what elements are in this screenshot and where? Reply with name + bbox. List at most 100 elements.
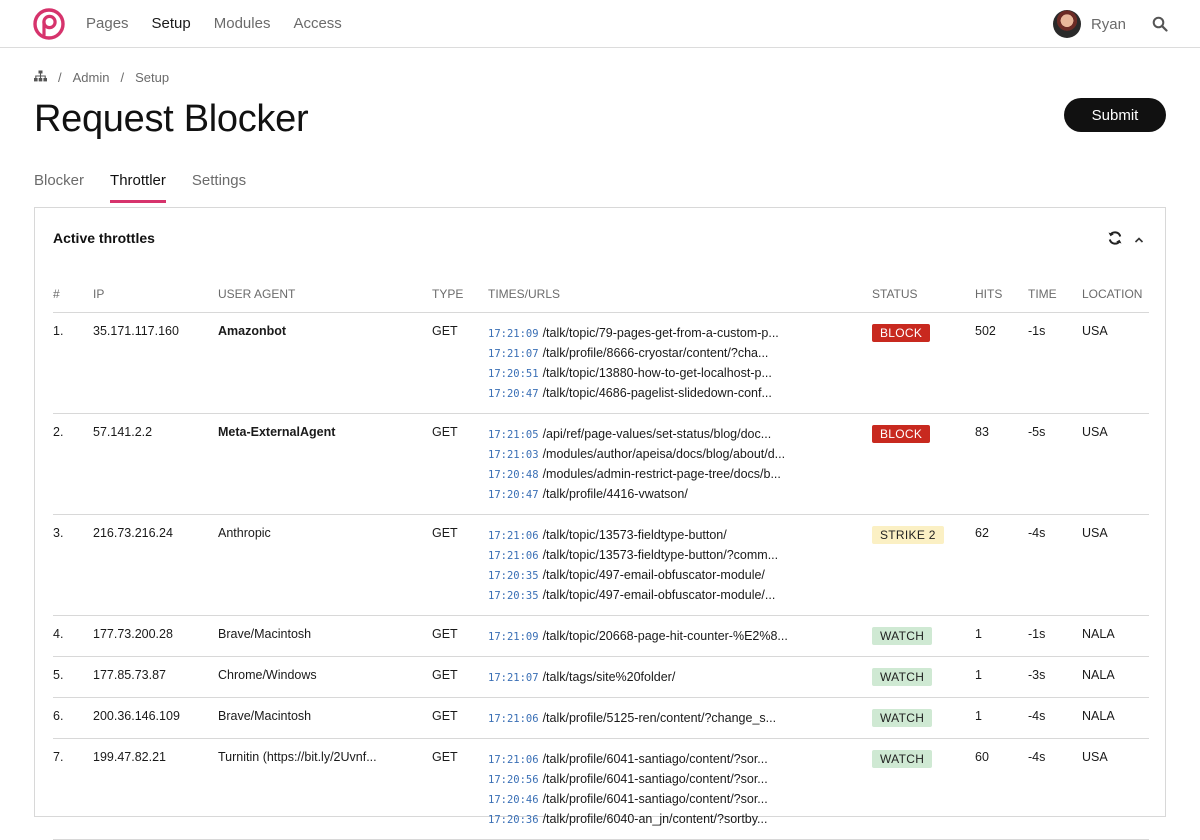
status-badge: WATCH [872,749,933,768]
url-time-link[interactable]: 17:21:06 [488,713,539,725]
url-time-link[interactable]: 17:20:36 [488,814,539,826]
url-time-link[interactable]: 17:20:47 [488,489,539,501]
url-path: /talk/profile/6041-santiago/content/?sor… [542,791,768,806]
times-urls-cell: 17:21:06/talk/profile/6041-santiago/cont… [488,738,872,840]
url-path: /modules/author/apeisa/docs/blog/about/d… [542,446,786,461]
url-time-link[interactable]: 17:21:09 [488,328,539,340]
table-row[interactable]: 7. 199.47.82.21 Turnitin (https://bit.ly/2… [53,738,1149,840]
row-number: 7. [53,738,93,840]
ip-cell: 200.36.146.109 [93,697,218,739]
user-agent-cell: Brave/Macintosh [218,697,432,739]
ip-cell: 177.85.73.87 [93,656,218,698]
url-path: /talk/topic/497-email-obfuscator-module/ [542,567,765,582]
status-cell: WATCH [872,738,975,840]
col-header-times-urls[interactable]: TIMES/URLS [488,282,872,313]
row-number: 6. [53,697,93,739]
url-time-link[interactable]: 17:21:06 [488,754,539,766]
times-urls-cell: 17:21:09/talk/topic/79-pages-get-from-a-… [488,312,872,414]
url-time-link[interactable]: 17:20:47 [488,388,539,400]
throttles-table: # IP USER AGENT TYPE TIMES/URLS STATUS H… [53,282,1149,840]
search-icon[interactable] [1152,16,1168,32]
col-header-ip[interactable]: IP [93,282,218,313]
col-header-num[interactable]: # [53,282,93,313]
col-header-user-agent[interactable]: USER AGENT [218,282,432,313]
chevron-up-icon[interactable] [1133,232,1145,248]
url-time-link[interactable]: 17:21:09 [488,631,539,643]
table-row[interactable]: 6. 200.36.146.109 Brave/Macintosh GET 17:21:… [53,697,1149,739]
url-time-link[interactable]: 17:21:06 [488,530,539,542]
row-number: 4. [53,615,93,657]
col-header-type[interactable]: TYPE [432,282,488,313]
breadcrumb-separator: / [58,70,62,85]
url-entry: 17:20:47/talk/profile/4416-vwatson/ [488,485,872,505]
user-agent-cell: Turnitin (https://bit.ly/2Uvnf... [218,738,432,840]
status-badge: BLOCK [872,323,931,342]
status-cell: WATCH [872,656,975,698]
col-header-time[interactable]: TIME [1028,282,1082,313]
status-badge: WATCH [872,708,933,727]
url-path: /talk/profile/4416-vwatson/ [542,486,688,501]
table-row[interactable]: 2. 57.141.2.2 Meta-ExternalAgent GET 17:21:0… [53,413,1149,515]
user-agent-cell: Chrome/Windows [218,656,432,698]
user-agent-cell: Meta-ExternalAgent [218,413,432,515]
time-cell: -4s [1028,738,1082,840]
url-time-link[interactable]: 17:20:51 [488,368,539,380]
url-time-link[interactable]: 17:20:48 [488,469,539,481]
url-time-link[interactable]: 17:21:06 [488,550,539,562]
col-header-hits[interactable]: HITS [975,282,1028,313]
breadcrumb: / Admin / Setup [34,70,169,85]
url-time-link[interactable]: 17:20:46 [488,794,539,806]
url-time-link[interactable]: 17:20:35 [488,590,539,602]
breadcrumb-setup[interactable]: Setup [135,70,169,85]
breadcrumb-admin[interactable]: Admin [73,70,110,85]
col-header-location[interactable]: LOCATION [1082,282,1149,313]
tab-settings[interactable]: Settings [192,172,246,203]
nav-item-setup[interactable]: Setup [152,15,191,32]
times-urls-cell: 17:21:06/talk/profile/5125-ren/content/?… [488,697,872,739]
top-nav: Pages Setup Modules Access [86,15,342,32]
url-time-link[interactable]: 17:21:03 [488,449,539,461]
avatar[interactable] [1052,10,1081,38]
nav-item-pages[interactable]: Pages [86,15,129,32]
url-path: /api/ref/page-values/set-status/blog/doc… [542,426,772,441]
url-path: /talk/topic/13880-how-to-get-localhost-p… [542,365,772,380]
url-time-link[interactable]: 17:20:56 [488,774,539,786]
sitemap-icon[interactable] [34,70,47,85]
table-row[interactable]: 4. 177.73.200.28 Brave/Macintosh GET 17:21:0… [53,615,1149,657]
tab-throttler[interactable]: Throttler [110,172,166,203]
url-entry: 17:20:48/modules/admin-restrict-page-tre… [488,465,872,485]
refresh-icon[interactable] [1107,230,1123,249]
url-time-link[interactable]: 17:21:07 [488,348,539,360]
location-cell: NALA [1082,697,1149,739]
table-row[interactable]: 1. 35.171.117.160 Amazonbot GET 17:21:09/tal… [53,312,1149,414]
user-agent-cell: Amazonbot [218,312,432,414]
user-area: Ryan [1052,0,1168,48]
breadcrumb-separator: / [120,70,125,85]
times-urls-cell: 17:21:06/talk/topic/13573-fieldtype-butt… [488,514,872,616]
nav-item-access[interactable]: Access [293,15,341,32]
table-row[interactable]: 3. 216.73.216.24 Anthropic GET 17:21:06/talk… [53,514,1149,616]
row-number: 1. [53,312,93,414]
url-time-link[interactable]: 17:21:07 [488,672,539,684]
url-entry: 17:20:36/talk/profile/6040-an_jn/content… [488,810,872,830]
location-cell: USA [1082,514,1149,616]
hits-cell: 1 [975,697,1028,739]
type-cell: GET [432,413,488,515]
hits-cell: 502 [975,312,1028,414]
hits-cell: 62 [975,514,1028,616]
location-cell: USA [1082,738,1149,840]
table-row[interactable]: 5. 177.85.73.87 Chrome/Windows GET 17:21:07/… [53,656,1149,698]
nav-item-modules[interactable]: Modules [214,15,271,32]
processwire-logo-icon[interactable] [32,7,66,41]
type-cell: GET [432,738,488,840]
status-badge: BLOCK [872,424,931,443]
url-entry: 17:21:07/talk/profile/8666-cryostar/cont… [488,344,872,364]
tab-blocker[interactable]: Blocker [34,172,84,203]
type-cell: GET [432,656,488,698]
url-time-link[interactable]: 17:20:35 [488,570,539,582]
url-time-link[interactable]: 17:21:05 [488,429,539,441]
username[interactable]: Ryan [1091,16,1126,33]
location-cell: NALA [1082,656,1149,698]
submit-button[interactable]: Submit [1064,98,1166,132]
col-header-status[interactable]: STATUS [872,282,975,313]
